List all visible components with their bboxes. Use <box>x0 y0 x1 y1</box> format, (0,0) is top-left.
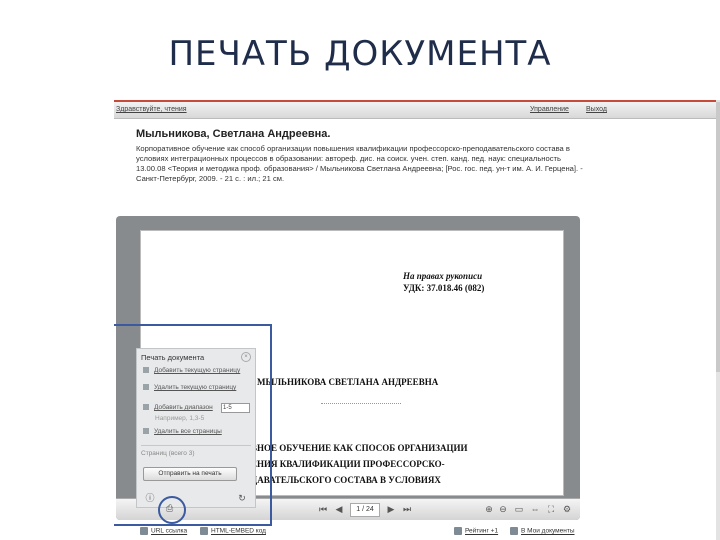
fit-page-icon[interactable]: ▭ <box>514 504 524 514</box>
top-bar: Здравствуйте, чтения Управление Выход <box>114 100 720 119</box>
zoom-in-icon[interactable]: ⊕ <box>484 504 494 514</box>
doc-title-line: ЕНИЯ КВАЛИФИКАЦИИ ПРОФЕССОРСКО- <box>251 459 445 469</box>
fit-width-icon[interactable]: ⇔ <box>530 504 540 514</box>
doc-title-line: ДАВАТЕЛЬСКОГО СОСТАВА В УСЛОВИЯХ <box>251 475 441 485</box>
zoom-out-icon[interactable]: ⊖ <box>498 504 508 514</box>
record-description: Корпоративное обучение как способ органи… <box>136 144 583 183</box>
doc-author: МЫЛЬНИКОВА СВЕТЛАНА АНДРЕЕВНА <box>257 377 439 387</box>
prev-page-icon[interactable]: ◀ <box>334 504 344 514</box>
slide-title: ПЕЧАТЬ ДОКУМЕНТА <box>168 34 552 74</box>
code-icon <box>200 527 208 535</box>
doc-dots <box>321 403 401 406</box>
rating-link[interactable]: Рейтинг +1 <box>454 527 498 535</box>
my-docs-link[interactable]: В Мои документы <box>510 527 575 535</box>
printer-icon[interactable]: ⎙ <box>166 504 176 513</box>
doc-line-rights: На правах рукописи <box>403 271 483 281</box>
doc-line-udk: УДК: 37.018.46 (082) <box>403 283 485 293</box>
exit-link[interactable]: Выход <box>586 106 607 113</box>
scrollbar-thumb[interactable] <box>716 102 720 372</box>
bottom-links: URL ссылка HTML-EMBED код Рейтинг +1 В М… <box>114 524 720 538</box>
embed-link[interactable]: HTML-EMBED код <box>200 527 266 535</box>
manage-link[interactable]: Управление <box>530 106 569 113</box>
url-link[interactable]: URL ссылка <box>140 527 187 535</box>
fullscreen-icon[interactable]: ⛶ <box>546 504 556 514</box>
settings-icon[interactable]: ⚙ <box>562 504 572 514</box>
highlight-frame <box>114 324 272 526</box>
greeting-link[interactable]: Здравствуйте, чтения <box>116 106 187 113</box>
folder-icon <box>510 527 518 535</box>
page-scrollbar[interactable] <box>716 100 720 540</box>
record-author: Мыльникова, Светлана Андреевна. <box>136 128 331 140</box>
doc-title-line: ВНОЕ ОБУЧЕНИЕ КАК СПОСОБ ОРГАНИЗАЦИИ <box>251 443 468 453</box>
page-indicator[interactable]: 1 / 24 <box>350 503 380 517</box>
rating-icon <box>454 527 462 535</box>
link-icon <box>140 527 148 535</box>
first-page-icon[interactable]: ⏮ <box>318 504 328 514</box>
screenshot: Здравствуйте, чтения Управление Выход Мы… <box>114 100 720 540</box>
next-page-icon[interactable]: ▶ <box>386 504 396 514</box>
last-page-icon[interactable]: ⏭ <box>402 504 412 514</box>
